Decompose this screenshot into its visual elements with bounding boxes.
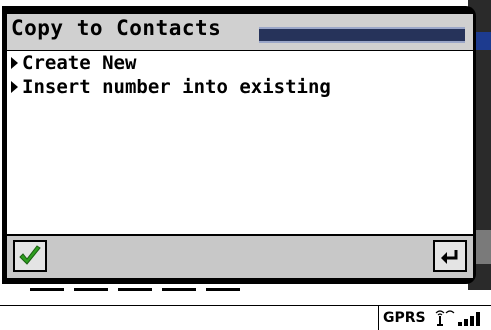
ok-button[interactable] bbox=[13, 240, 47, 272]
triangle-bullet-icon bbox=[11, 81, 18, 93]
option-create-new[interactable]: Create New bbox=[7, 51, 473, 75]
option-label: Create New bbox=[22, 52, 137, 74]
back-button[interactable] bbox=[433, 240, 467, 272]
taskbar-dash bbox=[30, 288, 64, 291]
title-decoration-stripe bbox=[259, 27, 465, 43]
copy-to-contacts-dialog: Copy to Contacts Create New Insert numbe… bbox=[2, 6, 476, 284]
status-bar: GPRS bbox=[0, 305, 491, 330]
status-separator bbox=[378, 306, 379, 330]
dialog-title: Copy to Contacts bbox=[11, 16, 222, 40]
taskbar-dash bbox=[162, 288, 196, 291]
checkmark-icon bbox=[19, 245, 41, 265]
taskbar-dash bbox=[206, 288, 240, 291]
taskbar-dashes bbox=[30, 288, 260, 294]
options-list: Create New Insert number into existing bbox=[7, 51, 473, 234]
network-type-label: GPRS bbox=[383, 310, 426, 326]
dialog-title-bar: Copy to Contacts bbox=[7, 14, 473, 50]
signal-strength-icon bbox=[435, 310, 480, 326]
triangle-bullet-icon bbox=[11, 57, 18, 69]
option-insert-into-existing[interactable]: Insert number into existing bbox=[7, 75, 473, 99]
taskbar-dash bbox=[118, 288, 152, 291]
dialog-button-bar bbox=[7, 236, 473, 278]
option-label: Insert number into existing bbox=[22, 76, 331, 98]
taskbar-dash bbox=[74, 288, 108, 291]
back-arrow-icon bbox=[441, 250, 458, 264]
